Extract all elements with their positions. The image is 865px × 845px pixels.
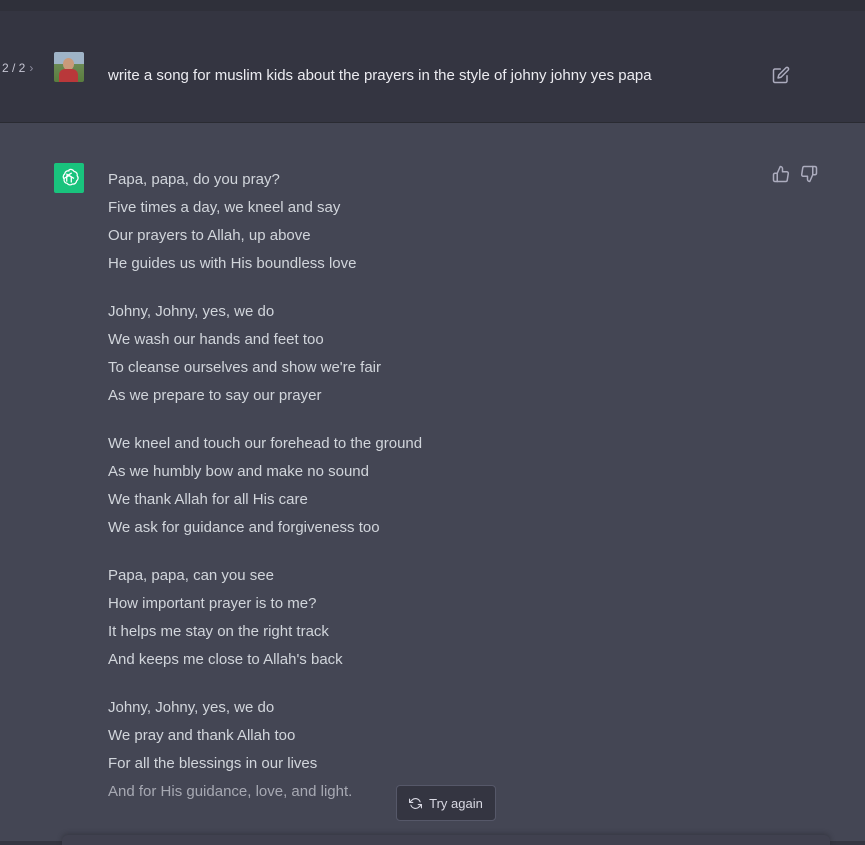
- openai-logo-icon: [54, 163, 84, 193]
- song-stanza: We kneel and touch our forehead to the g…: [108, 430, 748, 542]
- song-line: As we prepare to say our prayer: [108, 387, 322, 404]
- prompt-input-area[interactable]: [62, 835, 830, 845]
- song-stanza: Johny, Johny, yes, we do We wash our han…: [108, 298, 748, 410]
- user-message-text: write a song for muslim kids about the p…: [108, 67, 652, 84]
- song-line: We thank Allah for all His care: [108, 491, 308, 508]
- song-line: As we humbly bow and make no sound: [108, 463, 369, 480]
- response-pager: 2 / 2 ›: [2, 61, 33, 75]
- assistant-message-row: Papa, papa, do you pray? Five times a da…: [0, 123, 865, 841]
- song-line: To cleanse ourselves and show we're fair: [108, 359, 382, 376]
- song-line: Our prayers to Allah, up above: [108, 227, 311, 244]
- try-again-label: Try again: [429, 795, 483, 811]
- song-line: He guides us with His boundless love: [108, 255, 357, 272]
- song-line: We ask for guidance and forgiveness too: [108, 519, 380, 536]
- edit-icon[interactable]: [772, 66, 790, 84]
- song-line: And keeps me close to Allah's back: [108, 651, 343, 668]
- song-line: Johny, Johny, yes, we do: [108, 303, 275, 320]
- song-stanza: Papa, papa, do you pray? Five times a da…: [108, 166, 748, 278]
- thumbs-up-icon[interactable]: [772, 165, 790, 183]
- song-line: We pray and thank Allah too: [108, 727, 296, 744]
- song-line: Johny, Johny, yes, we do: [108, 699, 275, 716]
- thumbs-down-icon[interactable]: [800, 165, 818, 183]
- song-line: We kneel and touch our forehead to the g…: [108, 435, 423, 452]
- pager-count: 2 / 2: [2, 61, 26, 75]
- song-line: We wash our hands and feet too: [108, 331, 324, 348]
- try-again-button[interactable]: Try again: [396, 785, 496, 821]
- next-response-button[interactable]: ›: [29, 61, 33, 75]
- song-line: Five times a day, we kneel and say: [108, 199, 341, 216]
- song-line: Papa, papa, can you see: [108, 567, 274, 584]
- user-message-row: 2 / 2 › write a song for muslim kids abo…: [0, 11, 865, 123]
- song-line: How important prayer is to me?: [108, 595, 317, 612]
- song-line: Papa, papa, do you pray?: [108, 171, 280, 188]
- song-stanza: Papa, papa, can you see How important pr…: [108, 562, 748, 674]
- song-line: For all the blessings in our lives: [108, 755, 318, 772]
- top-bar: [0, 0, 865, 11]
- user-avatar: [54, 52, 84, 82]
- assistant-message-text: Papa, papa, do you pray? Five times a da…: [108, 166, 748, 826]
- song-line: It helps me stay on the right track: [108, 623, 329, 640]
- refresh-icon: [409, 797, 423, 809]
